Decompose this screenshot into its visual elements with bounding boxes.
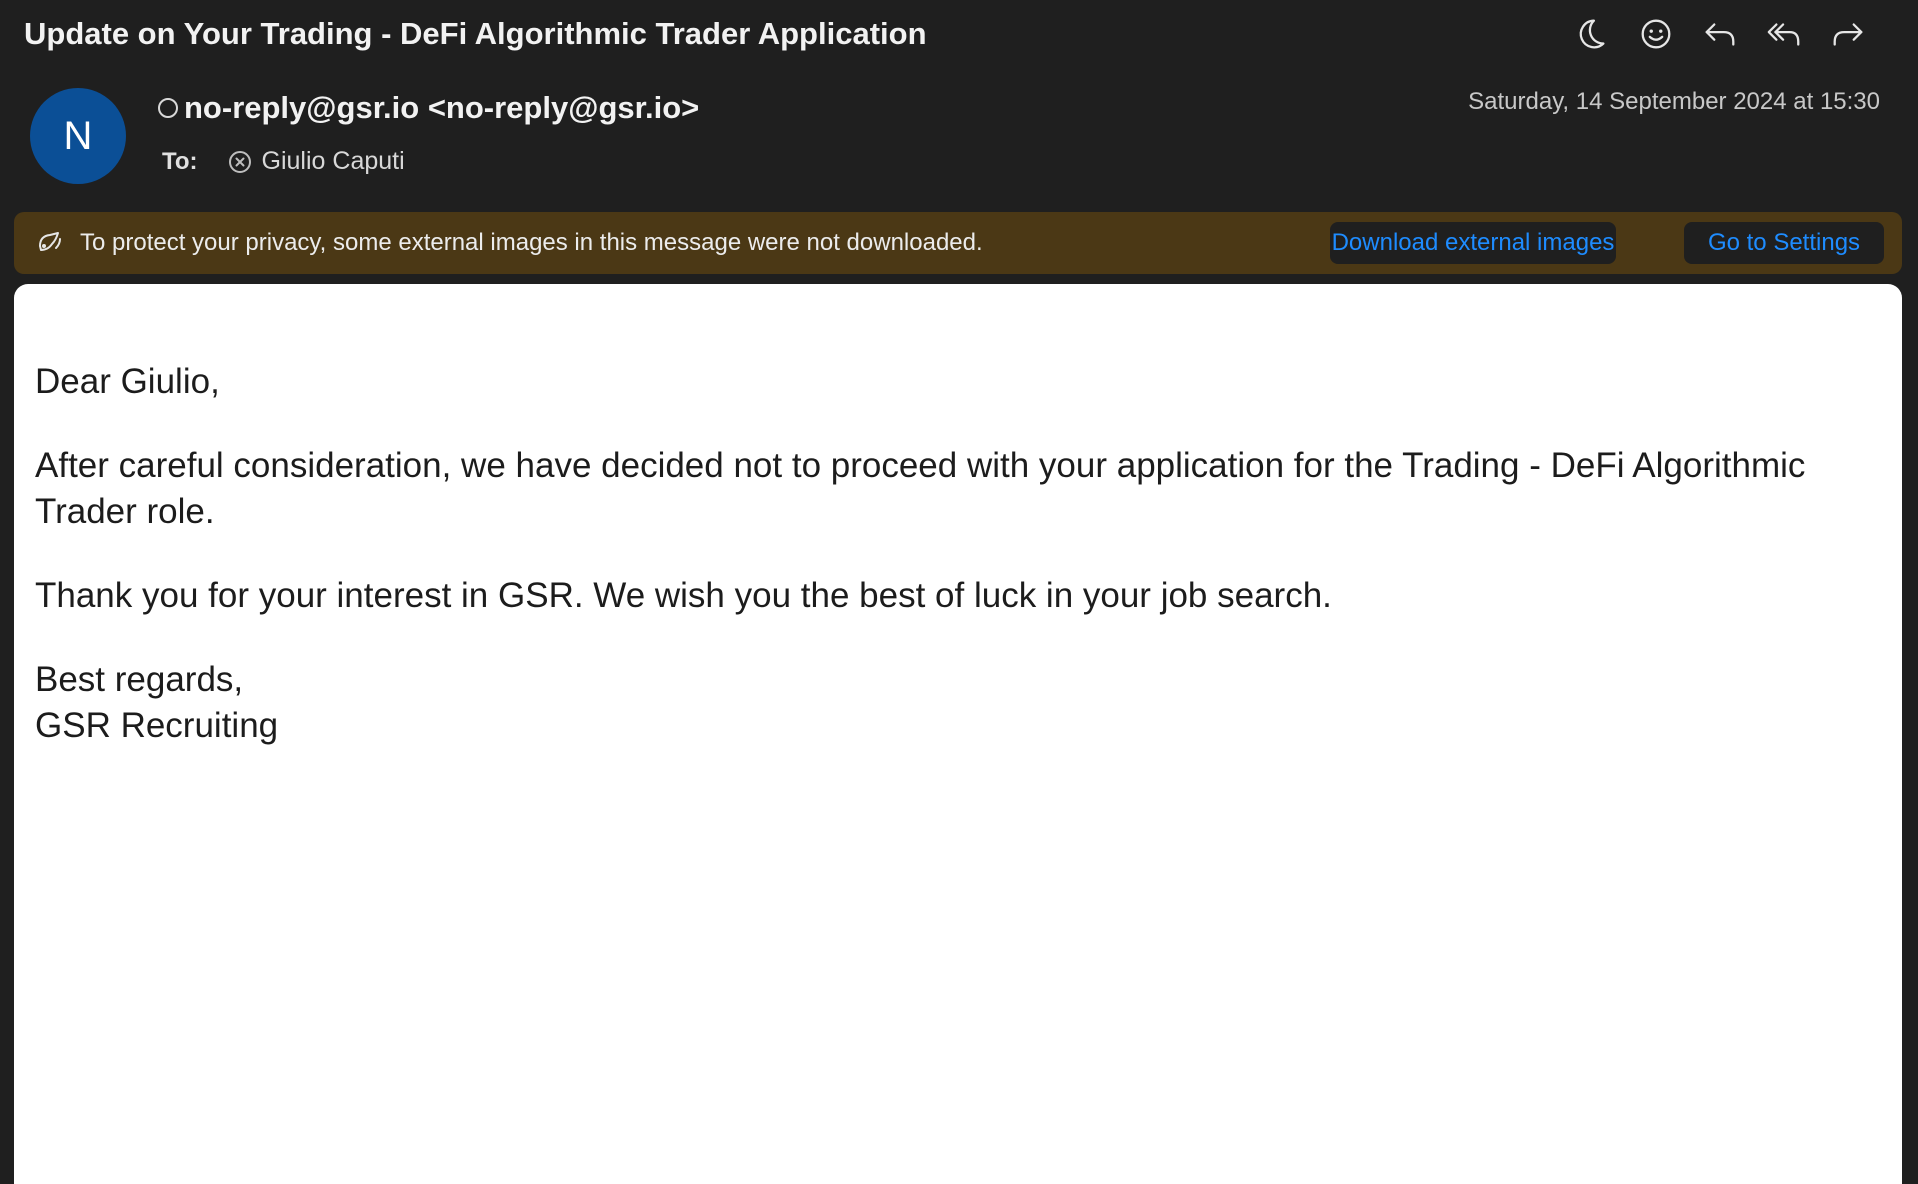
- moon-icon: [1579, 19, 1605, 49]
- unread-status-icon[interactable]: [158, 98, 178, 118]
- recipient-name[interactable]: Giulio Caputi: [262, 147, 405, 176]
- message-paragraph-1: After careful consideration, we have dec…: [35, 446, 1806, 531]
- smiley-icon: [1641, 19, 1671, 49]
- recipients-row: To: Giulio Caputi: [162, 147, 405, 176]
- reply-all-icon: [1767, 23, 1800, 46]
- to-label: To:: [162, 147, 198, 175]
- message-body: Dear Giulio, After careful consideration…: [14, 284, 1902, 1184]
- go-to-settings-button[interactable]: Go to Settings: [1684, 222, 1884, 264]
- privacy-banner: To protect your privacy, some external i…: [14, 212, 1902, 274]
- remove-recipient-icon[interactable]: [228, 150, 252, 174]
- forward-button[interactable]: [1826, 12, 1870, 56]
- email-subject: Update on Your Trading - DeFi Algorithmi…: [24, 16, 927, 51]
- sender-row: no-reply@gsr.io <no-reply@gsr.io>: [158, 90, 699, 126]
- message-date: Saturday, 14 September 2024 at 15:30: [1468, 88, 1880, 115]
- download-external-images-button[interactable]: Download external images: [1330, 222, 1616, 264]
- reply-all-button[interactable]: [1762, 12, 1806, 56]
- sender-address[interactable]: no-reply@gsr.io <no-reply@gsr.io>: [184, 90, 699, 126]
- signature: GSR Recruiting: [35, 706, 279, 745]
- message-toolbar: [1570, 12, 1870, 56]
- greeting: Dear Giulio,: [35, 362, 220, 401]
- privacy-shield-icon: [39, 232, 61, 251]
- message-paragraph-2: Thank you for your interest in GSR. We w…: [35, 576, 1332, 615]
- closing: Best regards,: [35, 660, 244, 699]
- privacy-banner-text: To protect your privacy, some external i…: [80, 229, 983, 256]
- do-not-disturb-button[interactable]: [1570, 12, 1614, 56]
- message-text: Dear Giulio, After careful consideration…: [35, 359, 1835, 749]
- sender-avatar[interactable]: N: [30, 88, 126, 184]
- reaction-button[interactable]: [1634, 12, 1678, 56]
- reply-button[interactable]: [1698, 12, 1742, 56]
- forward-icon: [1833, 23, 1863, 46]
- reply-icon: [1705, 23, 1735, 46]
